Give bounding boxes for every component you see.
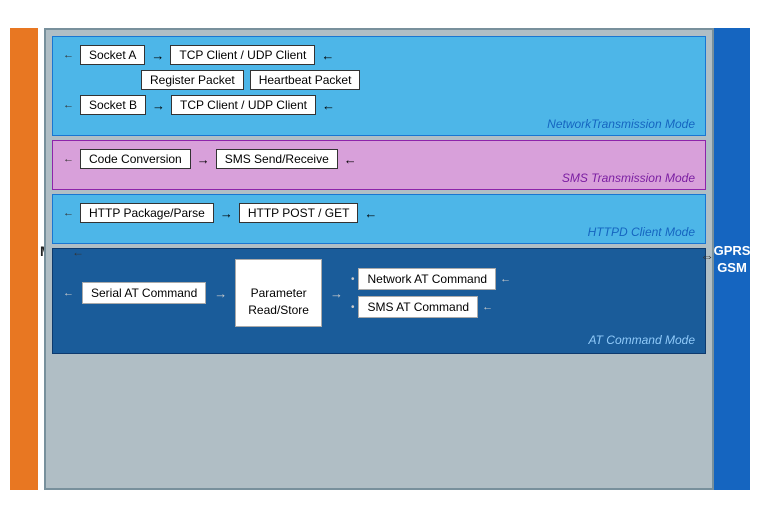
right-blue-bar: GPRS GSM (714, 28, 750, 490)
arrow6: ← (344, 152, 357, 167)
arrow8: ← (364, 206, 377, 221)
dot-net: • (351, 274, 355, 285)
sms-at-box: SMS AT Command (358, 296, 478, 318)
sms-send-receive-box: SMS Send/Receive (216, 149, 338, 169)
gsm-label: GSM (717, 260, 747, 275)
arrow9: → (214, 286, 227, 301)
arrow2: ← (321, 48, 334, 63)
dash-left-http: ← (63, 207, 74, 219)
dash-left-at: ← (63, 287, 74, 299)
heartbeat-packet-box: Heartbeat Packet (250, 70, 361, 90)
sms-mode-label: SMS Transmission Mode (63, 171, 695, 185)
outer-frame: ← Socket A → TCP Client / UDP Client ← R… (44, 28, 714, 490)
tcp-udp-a-box: TCP Client / UDP Client (170, 45, 315, 65)
param-read-store-box: Parameter Read/Store (235, 259, 322, 327)
register-packet-box: Register Packet (141, 70, 244, 90)
arrow3: → (152, 98, 165, 113)
gprs-label: GPRS (714, 243, 751, 258)
socket-a-box: Socket A (80, 45, 145, 65)
network-section: ← Socket A → TCP Client / UDP Client ← R… (52, 36, 706, 136)
arrow5: → (197, 152, 210, 167)
arrow10: → (330, 286, 343, 301)
at-mode-label: AT Command Mode (63, 333, 695, 347)
http-post-get-box: HTTP POST / GET (239, 203, 359, 223)
left-entry-arrow: ← (72, 245, 84, 259)
dash-left-sms: ← (63, 153, 74, 165)
http-section: ← HTTP Package/Parse → HTTP POST / GET ←… (52, 194, 706, 244)
arrow7: → (220, 206, 233, 221)
dash-left-net2: ← (63, 99, 74, 111)
dot-sms: • (351, 302, 355, 313)
arrow4: ← (322, 98, 335, 113)
network-mode-label: NetworkTransmission Mode (63, 117, 695, 131)
dash-left-net: ← (63, 49, 74, 61)
arrow11: ← (500, 273, 511, 285)
sms-section: ← Code Conversion → SMS Send/Receive ← S… (52, 140, 706, 190)
left-orange-bar (10, 28, 38, 490)
serial-at-box: Serial AT Command (82, 282, 206, 304)
code-conversion-box: Code Conversion (80, 149, 191, 169)
arrow12: ← (482, 301, 493, 313)
http-mode-label: HTTPD Client Mode (63, 225, 695, 239)
socket-b-box: Socket B (80, 95, 146, 115)
gprs-arrow: ⇔ (700, 248, 714, 264)
arrow1: → (151, 48, 164, 63)
tcp-udp-b-box: TCP Client / UDP Client (171, 95, 316, 115)
network-at-box: Network AT Command (358, 268, 496, 290)
http-parse-box: HTTP Package/Parse (80, 203, 214, 223)
at-section: ← Serial AT Command → Parameter Read/Sto… (52, 248, 706, 354)
